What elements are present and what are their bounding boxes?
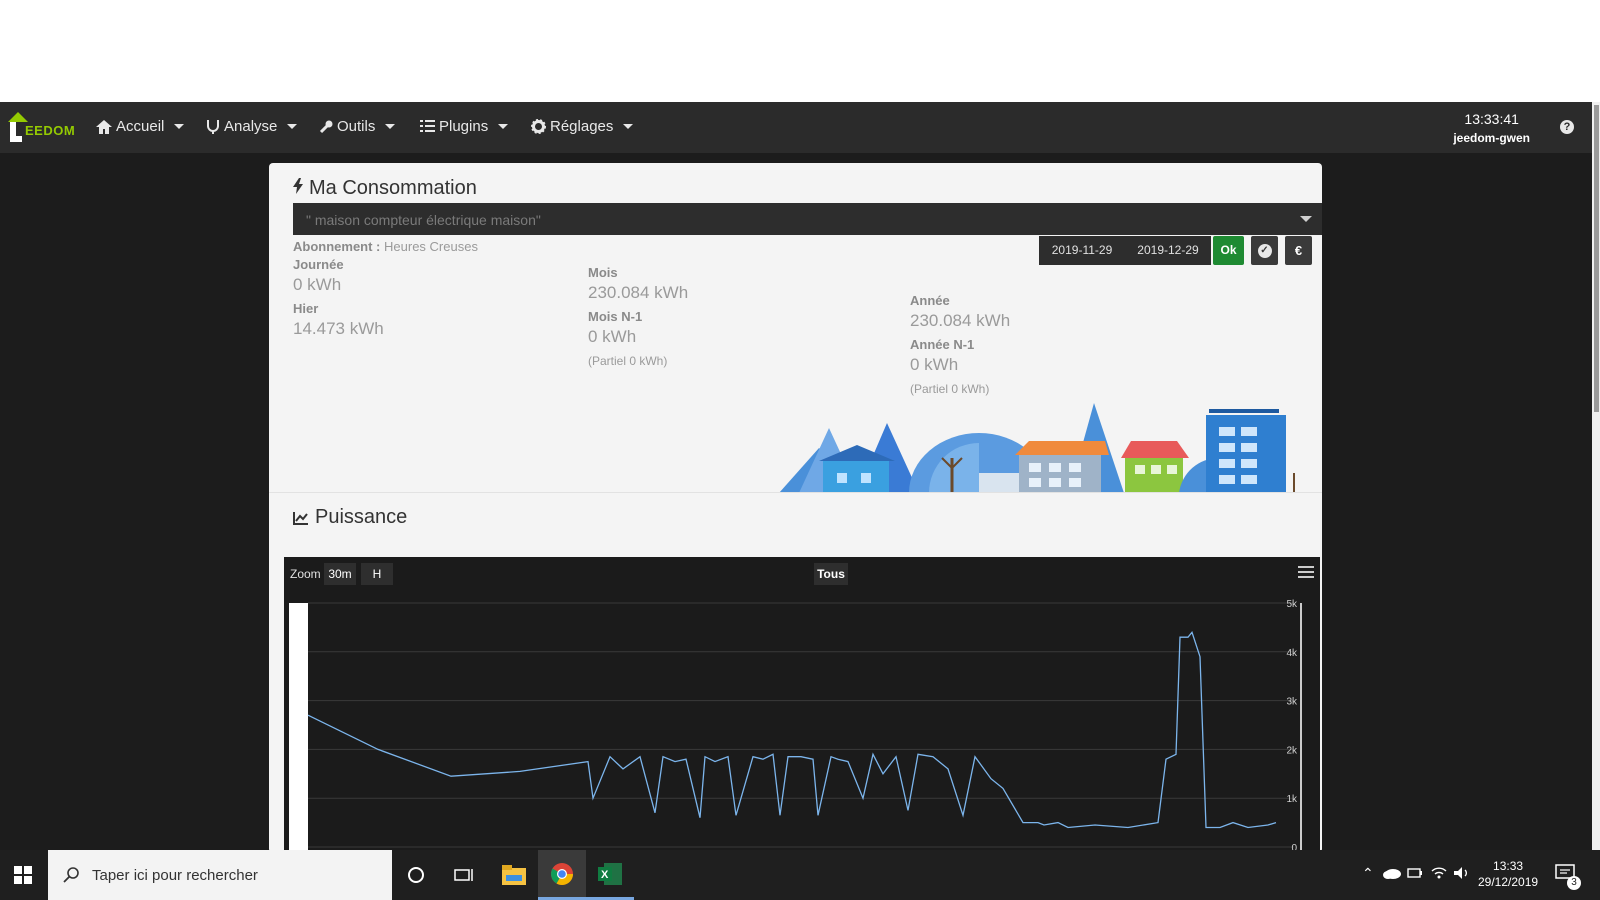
hier-label: Hier	[293, 301, 319, 316]
annee-n1-value: 0 kWh	[910, 355, 959, 374]
consommation-panel: Ma Consommation " maison compteur électr…	[269, 163, 1322, 853]
home-icon	[96, 119, 112, 134]
hier-value: 14.473 kWh	[293, 319, 384, 338]
mois-n1-value: 0 kWh	[588, 327, 637, 346]
consommation-title-text: Ma Consommation	[309, 177, 477, 199]
wrench-icon	[319, 120, 333, 133]
meter-select-value: " maison compteur électrique maison"	[306, 212, 541, 228]
taskbar-clock[interactable]: 13:33 29/12/2019	[1478, 858, 1538, 890]
chevron-down-icon	[174, 124, 185, 129]
logo-text: EEDOM	[25, 123, 76, 138]
section-divider	[269, 492, 1322, 493]
y-tick-label: 5k	[1286, 599, 1298, 610]
nav-reglages-label: Réglages	[550, 118, 614, 135]
jeedom-logo[interactable]: EEDOM	[6, 110, 80, 146]
puissance-chart[interactable]: Zoom 30m H Tous 0 1k 2k 3k 4k 5k	[284, 557, 1320, 853]
chevron-down-icon	[287, 124, 298, 129]
journee-value: 0 kWh	[293, 275, 342, 294]
navigator-handle[interactable]	[289, 603, 308, 853]
nav-outils-label: Outils	[337, 118, 376, 135]
search-icon	[63, 867, 79, 883]
nav-accueil-label: Accueil	[116, 118, 165, 135]
taskbar-time: 13:33	[1493, 859, 1524, 873]
date-end-input[interactable]: 2019-12-29	[1125, 236, 1211, 265]
svg-text:X: X	[601, 869, 609, 881]
consommation-title: Ma Consommation	[293, 177, 477, 200]
help-icon[interactable]: ?	[1560, 120, 1574, 134]
chevron-down-icon	[498, 124, 509, 129]
y-axis-line	[1300, 603, 1302, 853]
y-tick-label: 2k	[1286, 745, 1298, 756]
abonnement-label: Abonnement :	[293, 239, 381, 254]
gear-icon	[531, 119, 546, 134]
puissance-title-text: Puissance	[315, 506, 408, 528]
nav-analyse-label: Analyse	[224, 118, 278, 135]
y-tick-label: 3k	[1286, 697, 1298, 708]
journee-label: Journée	[293, 257, 344, 272]
annee-label: Année	[910, 293, 950, 308]
search-placeholder: Taper ici pour rechercher	[92, 866, 258, 884]
bolt-icon	[293, 178, 303, 199]
y-tick-label: 1k	[1286, 794, 1298, 805]
tray-chevron-up-icon[interactable]: ⌃	[1362, 865, 1374, 882]
nav-outils[interactable]: Outils	[319, 118, 396, 135]
y-tick-label: 4k	[1286, 648, 1298, 659]
onedrive-icon[interactable]	[1383, 867, 1401, 879]
chevron-down-icon	[1300, 216, 1312, 222]
nav-analyse[interactable]: Analyse	[206, 118, 298, 135]
notification-count: 3	[1567, 876, 1581, 890]
mois-partiel: (Partiel 0 kWh)	[588, 354, 668, 368]
nav-reglages[interactable]: Réglages	[531, 118, 634, 135]
cortana-icon[interactable]	[392, 850, 440, 900]
mois-n1-label: Mois N-1	[588, 309, 643, 324]
analyse-icon	[207, 119, 219, 134]
windows-taskbar: Taper ici pour rechercher X ⌃ 13:33 29/1…	[0, 850, 1600, 900]
taskbar-date: 29/12/2019	[1478, 875, 1539, 889]
ok-button[interactable]: Ok	[1213, 236, 1244, 265]
abonnement: Abonnement : Heures Creuses	[293, 239, 478, 254]
top-navbar: EEDOM Accueil Analyse Outils Plugins Rég…	[0, 102, 1592, 153]
chevron-down-icon	[385, 124, 396, 129]
taskbar-search[interactable]: Taper ici pour rechercher	[48, 850, 392, 900]
task-view-icon[interactable]	[440, 850, 488, 900]
chrome-icon[interactable]	[538, 850, 586, 900]
abonnement-value: Heures Creuses	[384, 239, 478, 254]
validate-button[interactable]: ✓	[1251, 236, 1278, 265]
puissance-title: Puissance	[293, 506, 407, 529]
page-scrollbar-thumb[interactable]	[1594, 105, 1599, 412]
annee-value: 230.084 kWh	[910, 311, 1011, 330]
city-illustration	[779, 403, 1295, 493]
nav-plugins[interactable]: Plugins	[420, 118, 509, 135]
file-explorer-icon[interactable]	[490, 850, 538, 900]
euro-button[interactable]: €	[1285, 236, 1312, 265]
annee-partiel: (Partiel 0 kWh)	[910, 382, 990, 396]
excel-icon[interactable]: X	[586, 850, 634, 900]
clock: 13:33:41 jeedom-gwen	[1453, 111, 1530, 145]
meter-select[interactable]: " maison compteur électrique maison"	[293, 203, 1322, 235]
hostname[interactable]: jeedom-gwen	[1453, 131, 1530, 145]
volume-icon[interactable]	[1453, 866, 1471, 880]
chart-plot-area: 01k2k3k4k5k	[289, 599, 1302, 853]
nav-plugins-label: Plugins	[439, 118, 489, 135]
check-icon: ✓	[1257, 243, 1272, 258]
clock-time: 13:33:41	[1464, 111, 1519, 127]
annee-n1-label: Année N-1	[910, 337, 975, 352]
date-start-input[interactable]: 2019-11-29	[1039, 236, 1125, 265]
windows-start-icon[interactable]	[14, 866, 32, 884]
battery-icon[interactable]	[1407, 867, 1423, 879]
mois-value: 230.084 kWh	[588, 283, 689, 302]
list-icon	[420, 120, 435, 132]
wifi-icon[interactable]	[1431, 866, 1447, 880]
chevron-down-icon	[623, 124, 634, 129]
browser-blank-area	[0, 0, 1600, 102]
mois-label: Mois	[588, 265, 618, 280]
area-chart-icon	[293, 511, 308, 525]
nav-accueil[interactable]: Accueil	[96, 118, 185, 135]
